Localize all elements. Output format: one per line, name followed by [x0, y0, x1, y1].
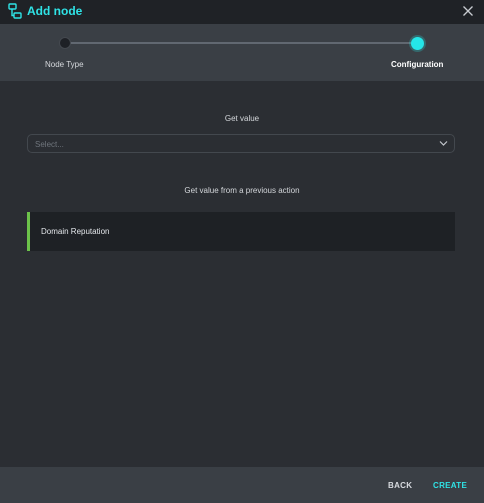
- step-label-node-type: Node Type: [45, 60, 84, 69]
- select-placeholder: Select...: [35, 140, 64, 149]
- get-value-select[interactable]: Select...: [27, 134, 455, 153]
- stepper: Node Type Configuration: [0, 24, 484, 81]
- create-button[interactable]: CREATE: [433, 481, 467, 490]
- step-dot-node-type[interactable]: [59, 37, 71, 49]
- dialog-footer: BACK CREATE: [0, 467, 484, 503]
- close-icon[interactable]: [462, 5, 474, 17]
- back-button[interactable]: BACK: [388, 481, 412, 490]
- add-node-dialog: Add node Node Type Configuration Get val…: [0, 0, 484, 503]
- stepper-connector: [67, 42, 416, 44]
- action-item-domain-reputation[interactable]: Domain Reputation: [27, 212, 455, 251]
- dialog-title: Add node: [27, 4, 83, 18]
- previous-action-label: Get value from a previous action: [184, 186, 300, 195]
- step-label-configuration: Configuration: [391, 60, 444, 69]
- action-item-label: Domain Reputation: [41, 227, 110, 236]
- step-dot-configuration[interactable]: [411, 37, 424, 50]
- get-value-label: Get value: [224, 114, 260, 123]
- dialog-header: Add node: [0, 0, 484, 24]
- chevron-down-icon: [439, 141, 448, 146]
- node-graph-icon: [8, 3, 22, 19]
